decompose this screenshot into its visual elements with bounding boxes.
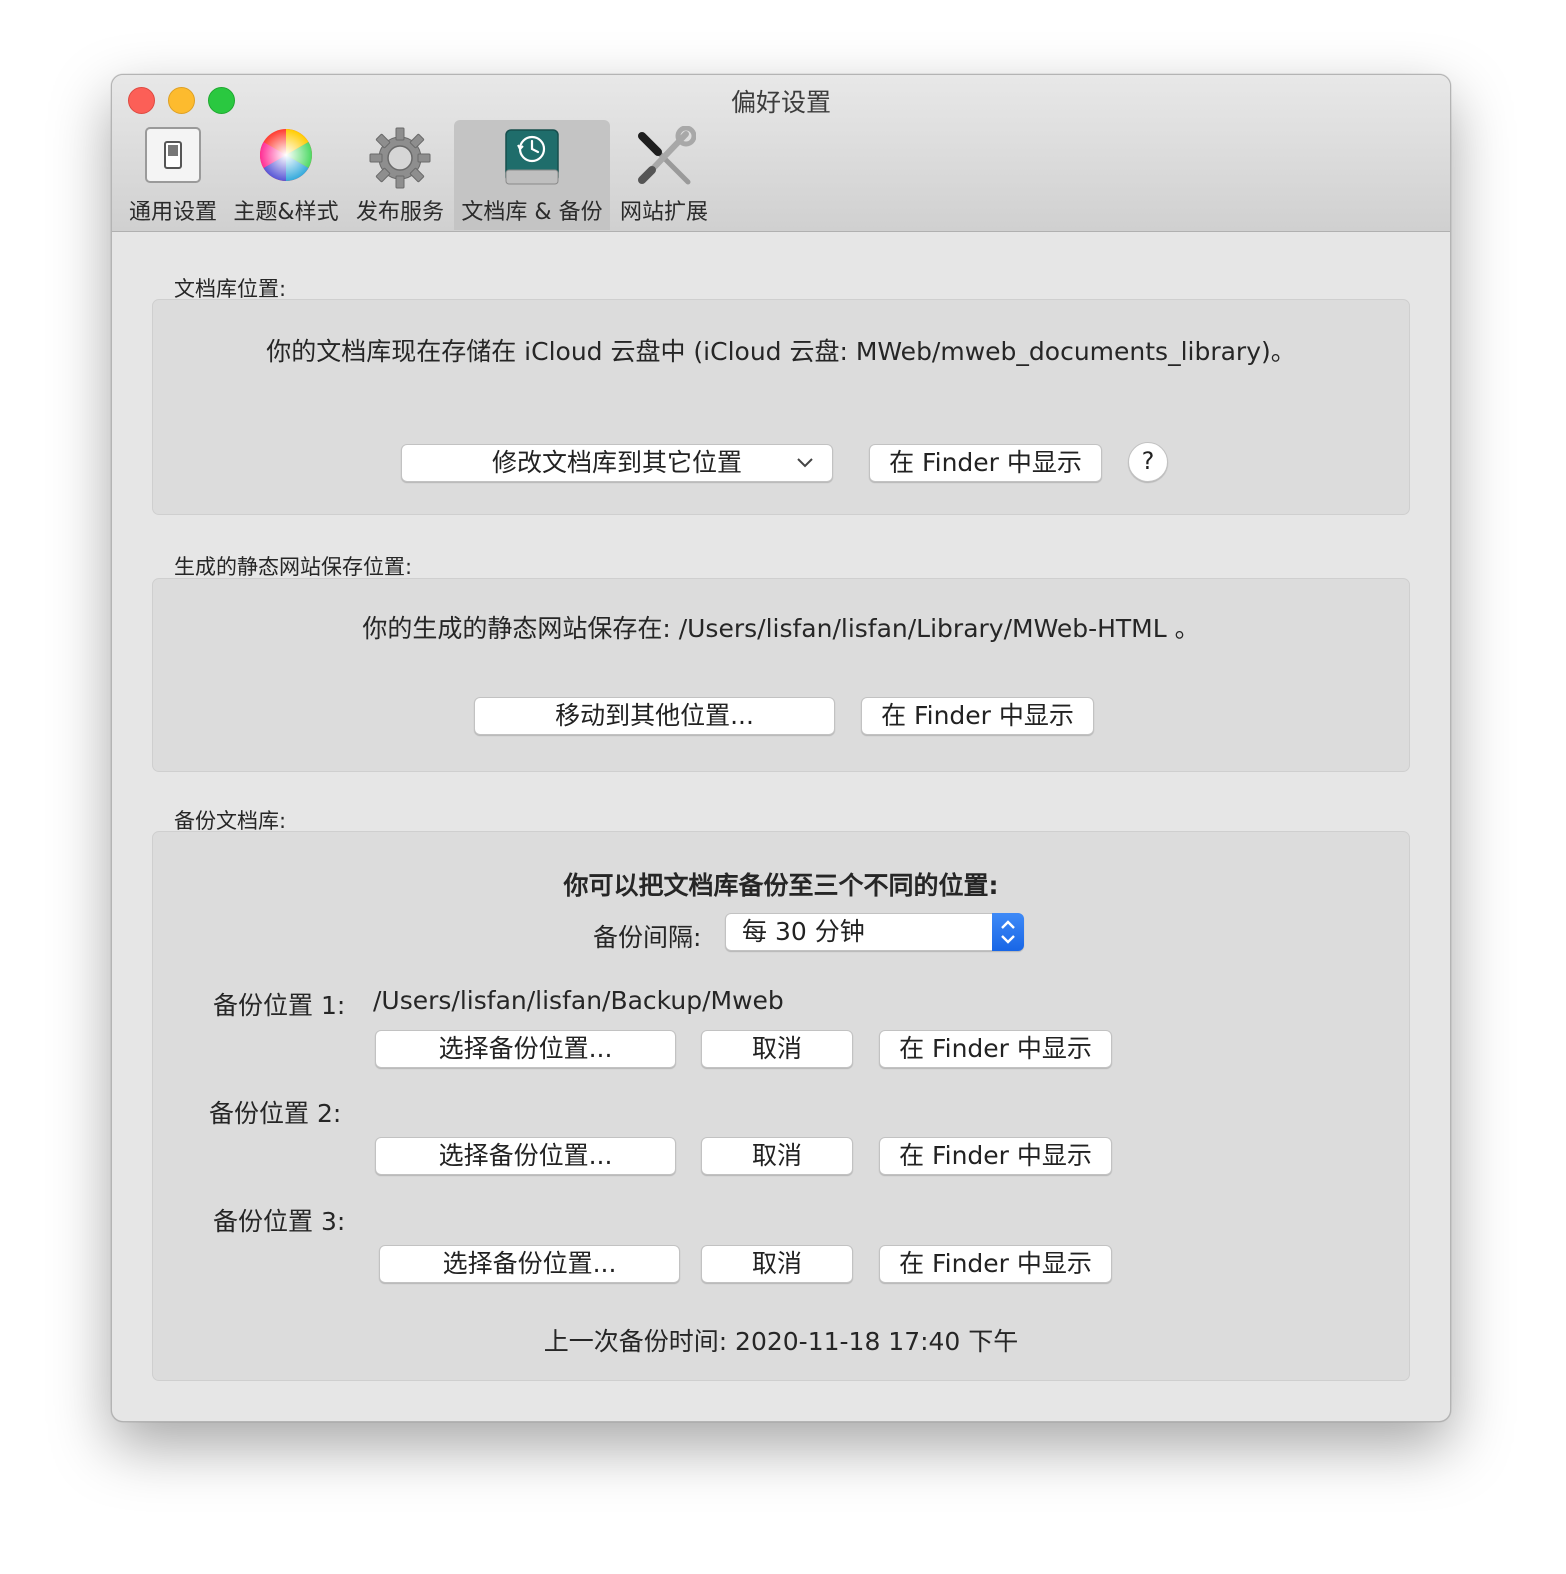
static-site-show-in-finder-button[interactable]: 在 Finder 中显示 (861, 697, 1094, 735)
up-down-chevron-icon (992, 913, 1024, 951)
choose-backup-location-2-button[interactable]: 选择备份位置... (375, 1137, 676, 1175)
tab-label: 发布服务 (355, 200, 444, 225)
backup-location-2-label: 备份位置 2: (209, 1099, 342, 1128)
tab-site-extensions[interactable]: 网站扩展 (614, 120, 714, 230)
change-library-popup[interactable]: 修改文档库到其它位置 (401, 444, 833, 482)
tools-icon (632, 125, 697, 194)
backup-location-3-show-in-finder-button[interactable]: 在 Finder 中显示 (879, 1245, 1112, 1283)
backup-heading: 你可以把文档库备份至三个不同的位置: (563, 871, 999, 900)
window-title: 偏好设置 (730, 88, 831, 117)
library-location-box: 你的文档库现在存储在 iCloud 云盘中 (iCloud 云盘: MWeb/m… (152, 299, 1410, 515)
backup-location-1-path: /Users/lisfan/lisfan/Backup/Mweb (373, 986, 784, 1015)
library-show-in-finder-button[interactable]: 在 Finder 中显示 (869, 444, 1102, 482)
library-status-text: 你的文档库现在存储在 iCloud 云盘中 (iCloud 云盘: MWeb/m… (266, 337, 1296, 366)
choose-backup-location-3-button[interactable]: 选择备份位置... (379, 1245, 680, 1283)
static-site-box: 你的生成的静态网站保存在: /Users/lisfan/lisfan/Libra… (152, 578, 1410, 772)
tab-library-backup[interactable]: 文档库 & 备份 (454, 120, 610, 230)
tab-label: 网站扩展 (619, 200, 708, 225)
tab-publishing[interactable]: 发布服务 (350, 120, 450, 230)
backup-location-3-label: 备份位置 3: (213, 1207, 346, 1236)
tab-theme[interactable]: 主题&样式 (230, 120, 342, 230)
static-site-status-text: 你的生成的静态网站保存在: /Users/lisfan/lisfan/Libra… (362, 614, 1200, 643)
tab-label: 主题&样式 (233, 200, 339, 225)
choose-backup-location-1-button[interactable]: 选择备份位置... (375, 1030, 676, 1068)
backup-interval-select[interactable]: 每 30 分钟 (725, 913, 1024, 951)
preferences-window: 偏好设置 通用设置 主题&样式 发布服务 文档库 & 备份 网站扩展 文档库位置… (111, 74, 1451, 1422)
move-location-button[interactable]: 移动到其他位置... (474, 697, 835, 735)
backup-location-1-label: 备份位置 1: (213, 991, 346, 1020)
chevron-down-icon (796, 445, 814, 494)
last-backup-time: 上一次备份时间: 2020-11-18 17:40 下午 (543, 1327, 1019, 1356)
backup-location-2-show-in-finder-button[interactable]: 在 Finder 中显示 (879, 1137, 1112, 1175)
tab-label: 通用设置 (128, 200, 217, 225)
popup-label: 修改文档库到其它位置 (491, 448, 742, 477)
static-site-section-label: 生成的静态网站保存位置: (174, 555, 413, 579)
backup-box: 你可以把文档库备份至三个不同的位置: 备份间隔: 每 30 分钟 备份位置 1:… (152, 831, 1410, 1381)
tab-label: 文档库 & 备份 (461, 200, 603, 225)
cancel-backup-location-2-button[interactable]: 取消 (701, 1137, 853, 1175)
color-wheel-icon (257, 126, 315, 188)
interval-label: 备份间隔: (593, 923, 702, 952)
tab-general[interactable]: 通用设置 (122, 120, 224, 230)
cancel-backup-location-1-button[interactable]: 取消 (701, 1030, 853, 1068)
interval-value: 每 30 分钟 (742, 917, 865, 946)
help-button[interactable]: ? (1128, 442, 1168, 482)
switch-icon (144, 126, 202, 188)
backup-location-1-show-in-finder-button[interactable]: 在 Finder 中显示 (879, 1030, 1112, 1068)
gear-icon (368, 126, 432, 194)
cancel-backup-location-3-button[interactable]: 取消 (701, 1245, 853, 1283)
time-machine-drive-icon (503, 126, 561, 192)
toolbar: 偏好设置 通用设置 主题&样式 发布服务 文档库 & 备份 网站扩展 (112, 75, 1450, 232)
